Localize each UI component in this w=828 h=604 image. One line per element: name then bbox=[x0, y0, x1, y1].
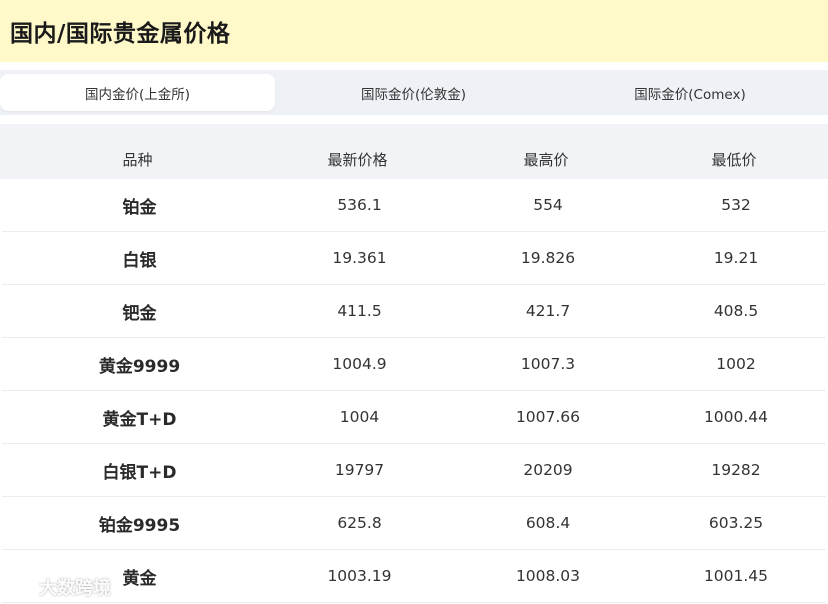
latest-price: 1004.9 bbox=[332, 355, 387, 373]
variety-name: 钯金 bbox=[122, 303, 157, 324]
table-row: 黄金T+D 1004 1007.66 1000.44 bbox=[2, 391, 826, 444]
variety-name: 白银 bbox=[122, 250, 157, 271]
table-row: 黄金9999 1004.9 1007.3 1002 bbox=[2, 338, 826, 391]
column-header-low: 最低价 bbox=[711, 151, 757, 169]
table-row: 黄金 1003.19 1008.03 1001.45 bbox=[2, 550, 826, 603]
tab-international-comex[interactable]: 国际金价(Comex) bbox=[552, 74, 828, 111]
variety-name: 铂金 bbox=[122, 197, 157, 218]
high-price: 1007.3 bbox=[520, 355, 576, 373]
watermark-logo-icon bbox=[6, 576, 36, 598]
variety-name: 黄金9999 bbox=[98, 356, 181, 377]
page-title: 国内/国际贵金属价格 bbox=[10, 21, 231, 47]
latest-price: 625.8 bbox=[337, 514, 382, 532]
low-price: 1002 bbox=[716, 355, 756, 373]
low-price: 532 bbox=[721, 196, 751, 214]
low-price: 19.21 bbox=[713, 249, 759, 267]
variety-name: 铂金9995 bbox=[98, 515, 181, 536]
high-price: 19.826 bbox=[520, 249, 576, 267]
column-header-high: 最高价 bbox=[523, 151, 569, 169]
column-header-variety: 品种 bbox=[122, 151, 153, 169]
high-price: 1008.03 bbox=[515, 567, 581, 585]
latest-price: 536.1 bbox=[337, 196, 382, 214]
variety-name: 黄金T+D bbox=[102, 409, 177, 430]
table-header: 品种 最新价格 最高价 最低价 bbox=[0, 124, 828, 179]
table-row: 铂金9995 625.8 608.4 603.25 bbox=[2, 497, 826, 550]
latest-price: 19797 bbox=[334, 461, 385, 479]
table-row: 铂金 536.1 554 532 bbox=[2, 179, 826, 232]
low-price: 408.5 bbox=[713, 302, 759, 320]
page-header: 国内/国际贵金属价格 bbox=[0, 0, 828, 62]
watermark-text: 大数跨境 bbox=[39, 578, 111, 599]
high-price: 554 bbox=[533, 196, 563, 214]
high-price: 1007.66 bbox=[515, 408, 581, 426]
price-source-tabs: 国内金价(上金所) 国际金价(伦敦金) 国际金价(Comex) bbox=[0, 70, 828, 115]
low-price: 1001.45 bbox=[703, 567, 769, 585]
low-price: 19282 bbox=[711, 461, 761, 479]
table-row: 白银 19.361 19.826 19.21 bbox=[2, 232, 826, 285]
high-price: 20209 bbox=[523, 461, 573, 479]
tab-international-london[interactable]: 国际金价(伦敦金) bbox=[275, 74, 552, 111]
latest-price: 411.5 bbox=[337, 302, 382, 320]
table-row: 钯金 411.5 421.7 408.5 bbox=[2, 285, 826, 338]
tab-domestic-sge[interactable]: 国内金价(上金所) bbox=[0, 74, 275, 111]
table-row: 白银T+D 19797 20209 19282 bbox=[2, 444, 826, 497]
column-header-latest: 最新价格 bbox=[327, 151, 388, 169]
low-price: 603.25 bbox=[708, 514, 764, 532]
variety-name: 白银T+D bbox=[102, 462, 177, 483]
price-table: 品种 最新价格 最高价 最低价 铂金 536.1 554 532 白银 19.3… bbox=[0, 124, 828, 604]
latest-price: 1004 bbox=[339, 408, 380, 426]
latest-price: 19.361 bbox=[332, 249, 387, 267]
high-price: 608.4 bbox=[525, 514, 571, 532]
low-price: 1000.44 bbox=[703, 408, 769, 426]
watermark: 大数跨境 bbox=[6, 574, 111, 600]
high-price: 421.7 bbox=[525, 302, 571, 320]
latest-price: 1003.19 bbox=[327, 567, 392, 585]
